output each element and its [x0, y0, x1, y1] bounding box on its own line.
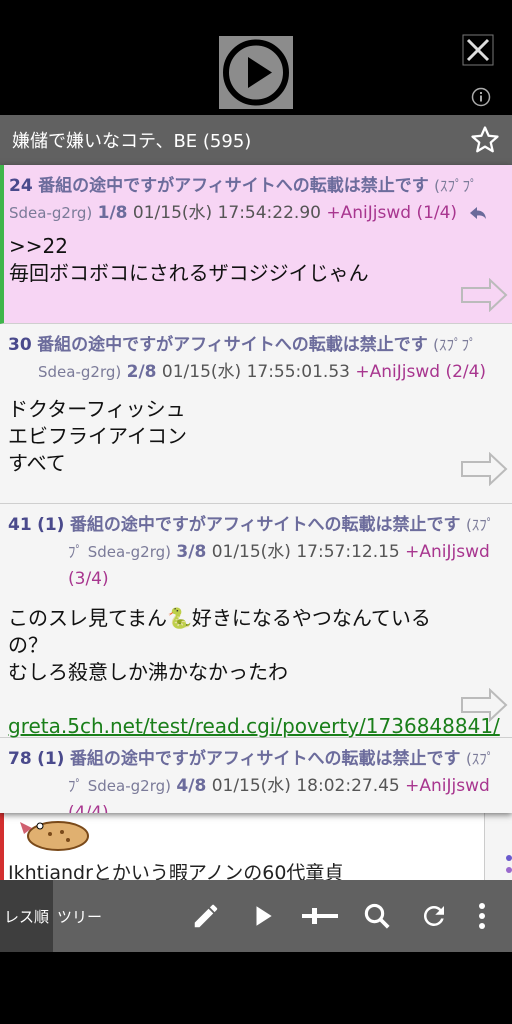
post-date: 01/15(水) 17:54:22.90	[132, 203, 321, 223]
thread-title-bar: 嫌儲で嫌いなコテ、BE (595)	[0, 115, 512, 165]
post-header: 78 (1) 番組の途中ですがアフィサイトへの転載は禁止です (ｽﾌﾟﾌﾟ Sd…	[8, 746, 500, 813]
more-icon	[479, 903, 485, 929]
ad-area	[0, 0, 512, 115]
post-date: 01/15(水) 17:57:12.15	[211, 542, 400, 562]
toolbar-actions	[177, 896, 502, 936]
fried-shrimp-thumbnail[interactable]	[10, 812, 90, 856]
tab-post-order[interactable]: レス順	[0, 880, 54, 952]
post-line: ドクターフィッシュ	[8, 397, 186, 421]
post-count: 1/8	[97, 203, 128, 223]
new-post-marker	[0, 813, 4, 880]
thread-url-link[interactable]: greta.5ch.net/test/read.cgi/poverty/1736…	[8, 713, 500, 740]
poster-id[interactable]: +AniJjswd	[326, 203, 411, 223]
post-date: 01/15(水) 17:55:01.53	[161, 362, 350, 382]
anchor-link[interactable]: >>22	[9, 233, 500, 260]
search-icon	[364, 903, 390, 929]
arrow-right-icon[interactable]	[460, 452, 508, 486]
scroll-side-panel	[484, 813, 512, 880]
scroll-slider-button[interactable]	[291, 896, 348, 936]
post-line: 毎回ボコボコにされるザコジジイじゃん	[9, 261, 369, 285]
post-body: >>22 毎回ボコボコにされるザコジジイじゃん	[9, 233, 500, 287]
pencil-icon	[194, 904, 217, 928]
post-date: 01/15(水) 18:02:27.45	[211, 776, 400, 796]
arrow-right-icon[interactable]	[460, 688, 508, 722]
id-count: (2/4)	[445, 362, 487, 382]
post-number[interactable]: 30	[8, 335, 32, 355]
reply-count[interactable]: (1)	[37, 515, 64, 535]
reply-count[interactable]: (1)	[37, 749, 64, 769]
poster-name: 番組の途中ですがアフィサイトへの転載は禁止です	[69, 749, 461, 769]
system-nav-area	[0, 952, 512, 1024]
refresh-icon	[423, 906, 444, 926]
bottom-toolbar: レス順 ツリー	[0, 880, 512, 952]
poster-id[interactable]: +AniJjswd	[405, 776, 490, 796]
favorite-star-icon[interactable]	[470, 125, 500, 155]
post-41[interactable]: 41 (1) 番組の途中ですがアフィサイトへの転載は禁止です (ｽﾌﾟﾌﾟ Sd…	[0, 504, 512, 738]
post-count: 3/8	[176, 542, 207, 562]
post-78[interactable]: 78 (1) 番組の途中ですがアフィサイトへの転載は禁止です (ｽﾌﾟﾌﾟ Sd…	[0, 738, 512, 813]
post-header: 24 番組の途中ですがアフィサイトへの転載は禁止です (ｽﾌﾟﾌﾟ Sdea-g…	[9, 173, 500, 227]
play-button[interactable]	[234, 896, 291, 936]
tab-tree[interactable]: ツリー	[53, 880, 106, 952]
post-line: エビフライアイコン	[8, 424, 187, 448]
poster-name: 番組の途中ですがアフィサイトへの転載は禁止です	[38, 176, 429, 196]
search-button[interactable]	[348, 896, 405, 936]
refresh-button[interactable]	[405, 896, 462, 936]
post-30[interactable]: 30 番組の途中ですがアフィサイトへの転載は禁止です (ｽﾌﾟﾌﾟ Sdea-g…	[0, 324, 512, 504]
poster-name: 番組の途中ですがアフィサイトへの転載は禁止です	[37, 335, 428, 355]
post-header: 30 番組の途中ですがアフィサイトへの転載は禁止です (ｽﾌﾟﾌﾟ Sdea-g…	[8, 332, 500, 386]
info-icon[interactable]	[471, 87, 491, 107]
poster-id[interactable]: +AniJjswd	[355, 362, 440, 382]
id-count: (3/4)	[68, 569, 109, 589]
post-number[interactable]: 41	[8, 515, 32, 535]
post-line: むしろ殺意しか沸かなかったわ	[8, 660, 288, 684]
post-body: ドクターフィッシュ エビフライアイコン すべて	[8, 396, 500, 477]
thread-title: 嫌儲で嫌いなコテ、BE (595)	[12, 131, 252, 152]
post-count: 4/8	[176, 776, 207, 796]
post-24[interactable]: 24 番組の途中ですがアフィサイトへの転載は禁止です (ｽﾌﾟﾌﾟ Sdea-g…	[0, 165, 512, 324]
play-icon	[256, 906, 272, 926]
post-number[interactable]: 78	[8, 749, 32, 769]
arrow-right-icon[interactable]	[460, 278, 508, 312]
play-circle-icon	[223, 39, 289, 106]
post-body: このスレ見てまん🐍好きになるやつなんている の？ むしろ殺意しか沸かなかったわ …	[8, 605, 500, 740]
post-line: すべて	[8, 451, 66, 475]
slider-icon	[301, 908, 338, 924]
reply-popup: 24 番組の途中ですがアフィサイトへの転載は禁止です (ｽﾌﾟﾌﾟ Sdea-g…	[0, 165, 512, 813]
id-count: (1/4)	[416, 203, 458, 223]
poster-name: 番組の途中ですがアフィサイトへの転載は禁止です	[69, 515, 461, 535]
post-line: の？	[8, 633, 48, 657]
post-number[interactable]: 24	[9, 176, 33, 196]
post-line: このスレ見てまん🐍好きになるやつなんている	[8, 606, 431, 630]
write-button[interactable]	[177, 896, 234, 936]
post-count: 2/8	[126, 362, 157, 382]
poster-id[interactable]: +AniJjswd	[405, 542, 490, 562]
more-menu-button[interactable]	[462, 896, 502, 936]
video-play-button[interactable]	[219, 36, 293, 109]
reply-back-icon[interactable]	[468, 206, 488, 220]
post-header: 41 (1) 番組の途中ですがアフィサイトへの転載は禁止です (ｽﾌﾟﾌﾟ Sd…	[8, 512, 500, 593]
id-count: (4/4)	[68, 803, 109, 813]
close-icon[interactable]	[462, 34, 494, 66]
